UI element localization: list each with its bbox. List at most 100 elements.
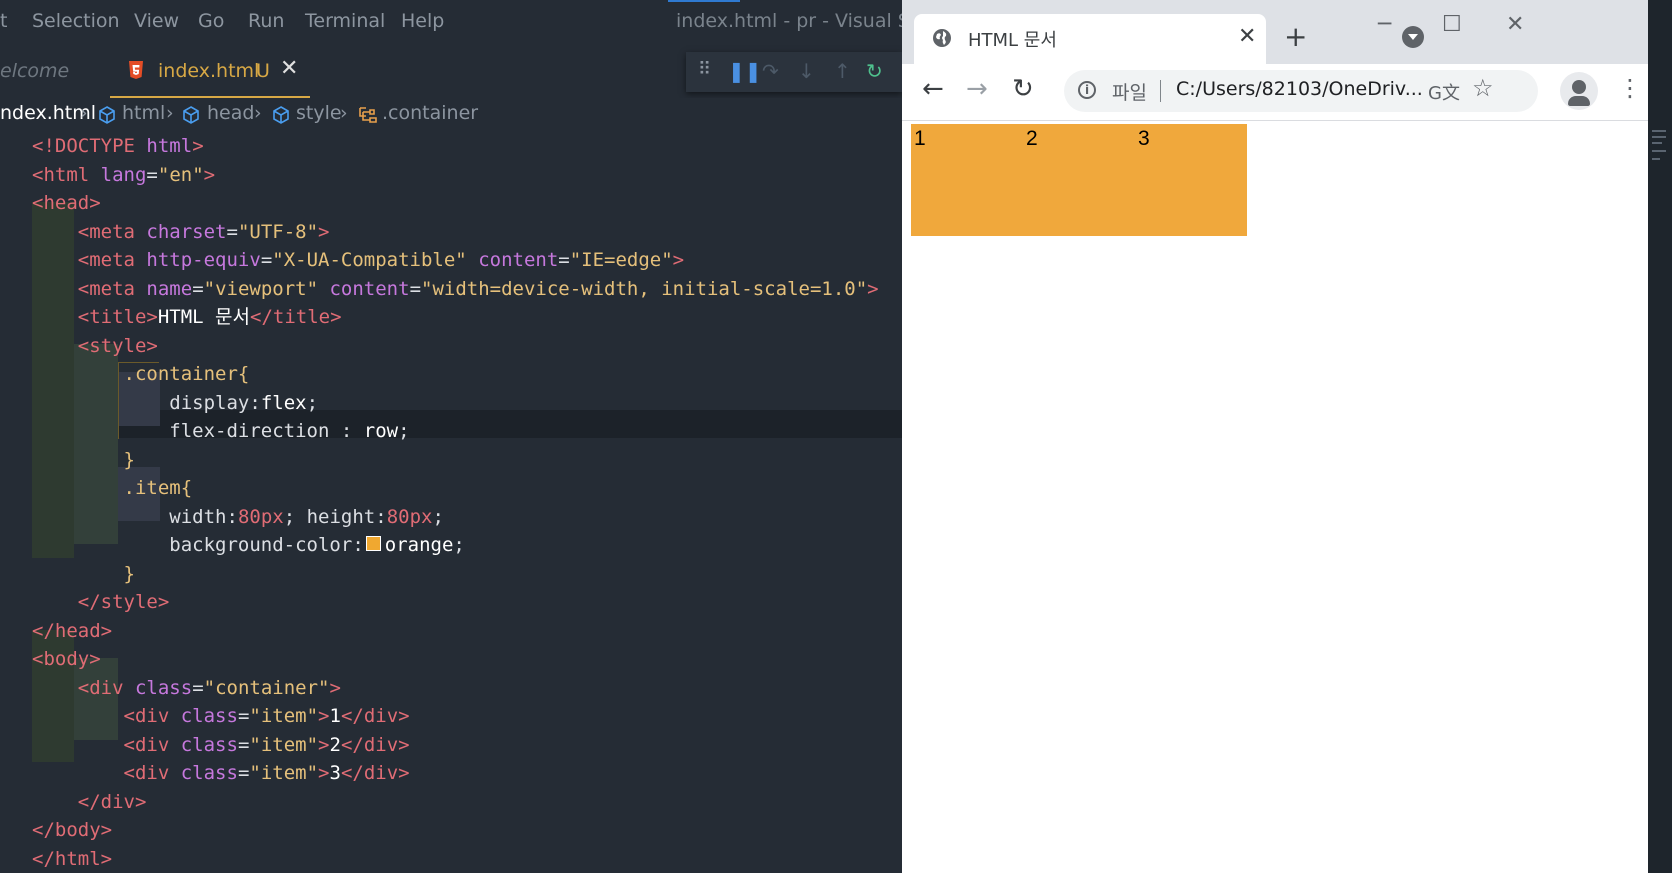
code-line: </body> [32, 819, 113, 841]
step-over-icon[interactable]: ↷ [762, 59, 779, 83]
code-line: } [123, 562, 135, 585]
new-tab-icon[interactable]: + [1284, 20, 1307, 53]
pause-icon[interactable]: ❚❚ [728, 59, 762, 83]
tab-index-html[interactable]: index.html U ✕ [110, 44, 310, 98]
element-cube-icon [273, 106, 289, 124]
breadcrumb-head[interactable]: head [207, 102, 254, 124]
vscode-window: t Selection View Go Run Terminal Help in… [0, 0, 902, 873]
address-scheme: 파일 [1112, 82, 1147, 104]
menu-bar: t Selection View Go Run Terminal Help in… [0, 0, 902, 44]
code-line: } [123, 448, 135, 471]
step-out-icon[interactable]: ↑ [834, 59, 851, 83]
translate-icon[interactable]: G文 [1428, 79, 1460, 105]
code-line: .item{ [123, 477, 193, 499]
close-window-icon[interactable]: ✕ [1506, 12, 1524, 37]
step-into-icon[interactable]: ↓ [798, 59, 815, 83]
code-text: <!DOCTYPE html> <html lang="en"> <head> … [32, 132, 879, 873]
profile-avatar[interactable] [1560, 72, 1598, 110]
minimap-line [1652, 142, 1662, 144]
restart-icon[interactable]: ↻ [866, 59, 883, 83]
chevron-right-icon: › [80, 102, 88, 124]
code-line: </div> [77, 790, 147, 813]
code-line: <div class="item">1</div> [123, 705, 410, 727]
minimap-line [1652, 130, 1666, 132]
code-line: <div class="item">2</div> [123, 733, 410, 756]
flex-item: 1 [911, 124, 1023, 236]
code-line: <!DOCTYPE html> [32, 135, 204, 157]
breadcrumb-container[interactable]: .container [382, 102, 478, 124]
element-cube-icon [99, 106, 115, 124]
minimize-icon[interactable]: ─ [1378, 12, 1391, 37]
info-icon[interactable]: i [1078, 81, 1096, 99]
browser-window: HTML 문서 ✕ + ─ ☐ ✕ ← → ↻ i 파일 C:/Users/82… [902, 0, 1672, 873]
code-line: <body> [32, 648, 101, 670]
code-line: <head> [32, 192, 101, 214]
code-line: </html> [32, 847, 113, 870]
close-tab-icon[interactable]: ✕ [1238, 24, 1256, 49]
untracked-badge: U [256, 60, 270, 82]
chevron-right-icon: › [254, 102, 262, 124]
html5-icon [129, 61, 143, 79]
minimap-line [1652, 158, 1660, 160]
element-cube-icon [183, 106, 199, 124]
menu-view[interactable]: View [134, 10, 179, 32]
more-menu-icon[interactable]: ⋮ [1618, 74, 1642, 102]
code-line: <style> [77, 334, 158, 357]
debug-toolbar: ⠿ ❚❚ ↷ ↓ ↑ ↻ [686, 52, 902, 92]
code-line: <meta name="viewport" content="width=dev… [77, 277, 879, 300]
minimap-line [1652, 150, 1666, 152]
tab-search-icon[interactable] [1402, 26, 1424, 48]
chevron-right-icon: › [340, 102, 348, 124]
breadcrumb: ndex.html › html › head › style › .conta… [0, 98, 902, 132]
address-bar[interactable]: i 파일 C:/Users/82103/OneDriv... G文 ☆ [1064, 70, 1538, 112]
browser-toolbar: ← → ↻ i 파일 C:/Users/82103/OneDriv... G文 … [902, 64, 1672, 121]
flex-container: 1 2 3 [911, 124, 1247, 236]
maximize-icon[interactable]: ☐ [1442, 12, 1462, 37]
back-icon[interactable]: ← [922, 74, 944, 104]
reload-icon[interactable]: ↻ [1012, 74, 1034, 104]
breadcrumb-html[interactable]: html [122, 102, 165, 124]
code-line: <meta charset="UTF-8"> [77, 220, 330, 243]
menu-run[interactable]: Run [248, 10, 284, 32]
drag-handle-icon[interactable]: ⠿ [698, 59, 711, 80]
code-line: <meta http-equiv="X-UA-Compatible" conte… [77, 249, 685, 271]
address-divider [1160, 80, 1161, 102]
tab-filename: index.html [158, 60, 260, 82]
window-title: index.html - pr - Visual Studi [676, 10, 902, 32]
page-viewport: 1 2 3 [902, 121, 1672, 873]
breadcrumb-style[interactable]: style [296, 102, 342, 124]
chevron-right-icon: › [166, 102, 174, 124]
css-selector-icon [359, 107, 377, 123]
close-tab-icon[interactable]: ✕ [280, 56, 298, 81]
code-line: <html lang="en"> [32, 163, 216, 186]
menu-edit[interactable]: t [0, 10, 7, 32]
browser-tab[interactable]: HTML 문서 ✕ [914, 14, 1266, 64]
flex-item: 2 [1023, 124, 1135, 236]
forward-icon[interactable]: → [966, 74, 988, 104]
tab-welcome[interactable]: elcome [0, 44, 110, 98]
code-line: display:flex; [169, 391, 319, 414]
code-editor[interactable]: <!DOCTYPE html> <html lang="en"> <head> … [0, 132, 902, 873]
flex-item: 3 [1135, 124, 1247, 236]
minimap-line [1652, 136, 1666, 138]
bookmark-star-icon[interactable]: ☆ [1472, 74, 1494, 102]
menu-go[interactable]: Go [198, 10, 224, 32]
background-editor-strip [1648, 0, 1672, 873]
color-swatch-icon[interactable] [365, 536, 381, 551]
code-line: <div class="item">3</div> [123, 762, 410, 784]
address-url[interactable]: C:/Users/82103/OneDriv... [1176, 78, 1423, 100]
tab-welcome-label: elcome [0, 60, 70, 82]
code-line: width:80px; height:80px; [169, 505, 444, 528]
menu-terminal[interactable]: Terminal [305, 10, 385, 32]
code-line: <div class="container"> [77, 676, 341, 699]
code-line: </style> [77, 591, 170, 613]
code-line: flex-direction : row; [169, 420, 410, 442]
title-accent-line [668, 0, 740, 2]
menu-help[interactable]: Help [401, 10, 444, 32]
globe-icon [933, 29, 951, 47]
menu-selection[interactable]: Selection [32, 10, 120, 32]
code-line: </head> [32, 619, 113, 642]
code-line: background-color: orange; [169, 534, 465, 556]
browser-title-bar: HTML 문서 ✕ + ─ ☐ ✕ [902, 0, 1672, 64]
browser-tab-title: HTML 문서 [968, 30, 1057, 51]
